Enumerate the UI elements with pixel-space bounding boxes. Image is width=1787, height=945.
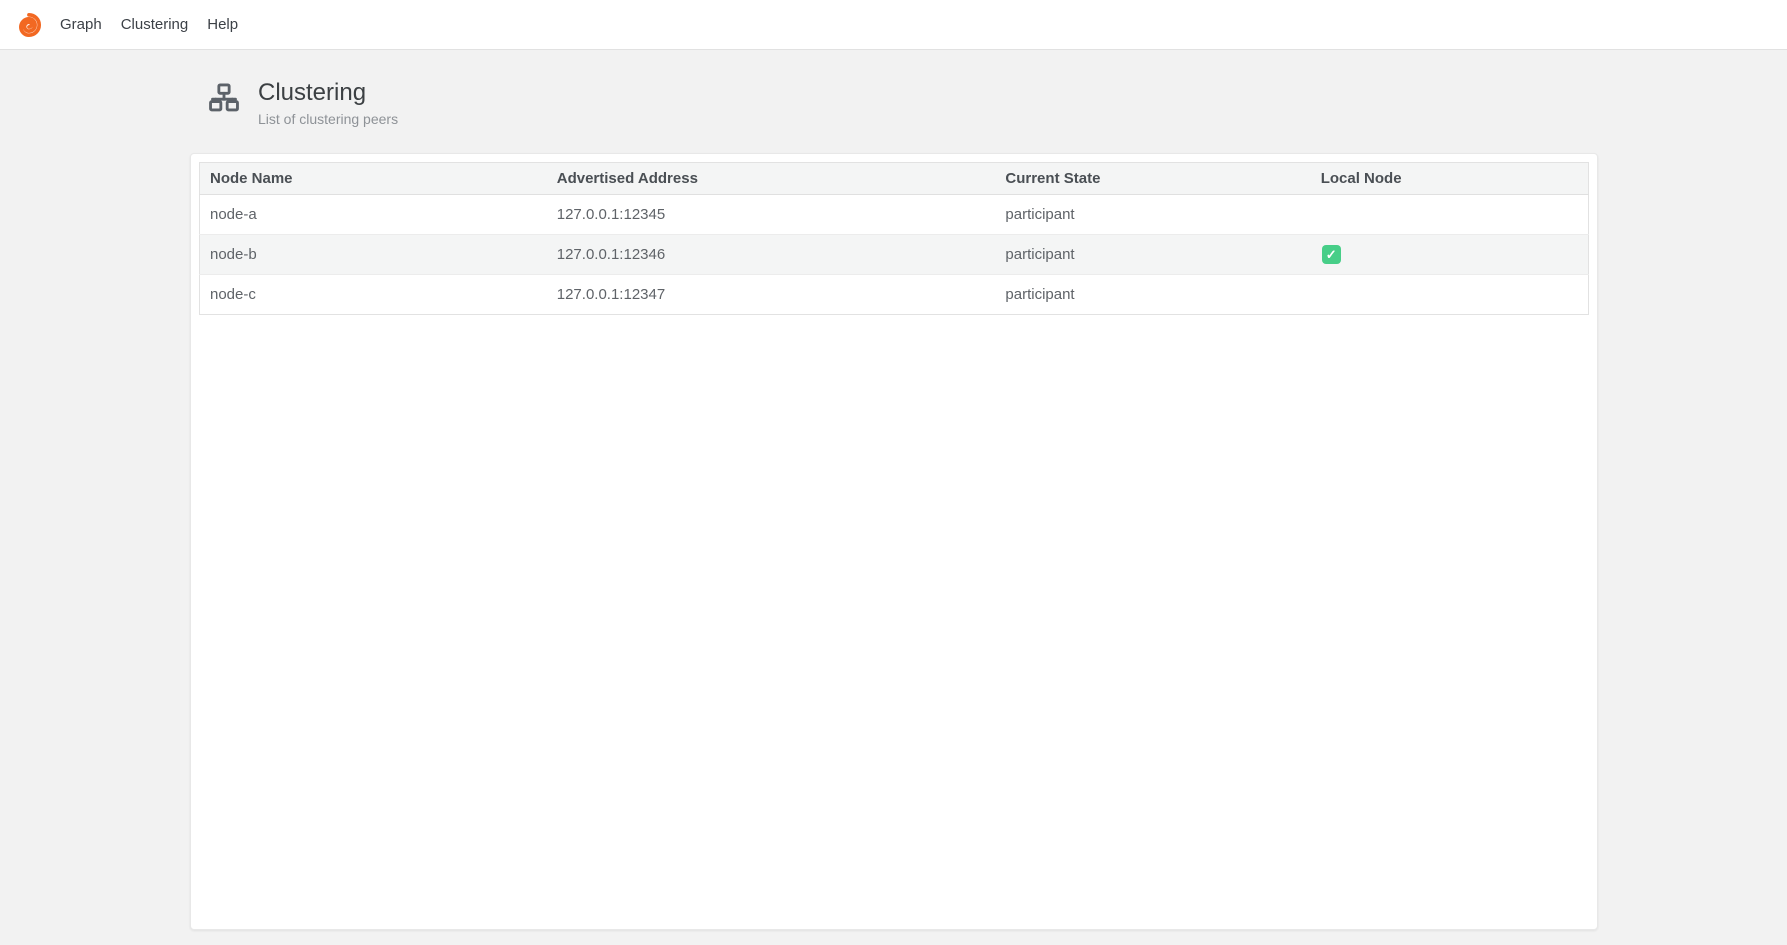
cell-advertised-address: 127.0.0.1:12346 [547, 235, 996, 275]
table-row-node-b: node-b 127.0.0.1:12346 participant ✓ [200, 235, 1589, 275]
page-title: Clustering [258, 78, 398, 108]
cell-current-state: participant [995, 275, 1310, 315]
network-topology-icon [205, 81, 243, 119]
cell-node-name: node-a [200, 195, 547, 235]
column-header-local-node: Local Node [1311, 163, 1589, 195]
cell-node-name: node-c [200, 275, 547, 315]
cell-advertised-address: 127.0.0.1:12347 [547, 275, 996, 315]
table-body: node-a 127.0.0.1:12345 participant ✓ nod… [200, 195, 1589, 315]
table-row-node-a: node-a 127.0.0.1:12345 participant ✓ [200, 195, 1589, 235]
table-row-node-c: node-c 127.0.0.1:12347 participant ✓ [200, 275, 1589, 315]
page-header-text: Clustering List of clustering peers [258, 78, 398, 127]
cell-local-node: ✓ [1311, 275, 1589, 315]
cell-local-node: ✓ [1311, 235, 1589, 275]
checkmark-icon: ✓ [1322, 245, 1341, 264]
page-subtitle: List of clustering peers [258, 111, 398, 127]
nav-item-graph[interactable]: Graph [60, 0, 102, 50]
nav-menu: Graph Clustering Help [60, 0, 238, 50]
table-header-row: Node Name Advertised Address Current Sta… [200, 163, 1589, 195]
nav-item-clustering[interactable]: Clustering [121, 0, 189, 50]
column-header-node-name: Node Name [200, 163, 547, 195]
peers-table: Node Name Advertised Address Current Sta… [199, 162, 1589, 315]
page-header: Clustering List of clustering peers [205, 78, 1598, 127]
cell-current-state: participant [995, 235, 1310, 275]
column-header-advertised-address: Advertised Address [547, 163, 996, 195]
top-nav: Graph Clustering Help [0, 0, 1787, 50]
cell-advertised-address: 127.0.0.1:12345 [547, 195, 996, 235]
app-logo-spiral-icon[interactable] [16, 12, 42, 38]
nav-item-help[interactable]: Help [207, 0, 238, 50]
table-header: Node Name Advertised Address Current Sta… [200, 163, 1589, 195]
cell-node-name: node-b [200, 235, 547, 275]
cell-local-node: ✓ [1311, 195, 1589, 235]
peers-card: Node Name Advertised Address Current Sta… [190, 153, 1598, 930]
column-header-current-state: Current State [995, 163, 1310, 195]
main-content: Clustering List of clustering peers Node… [0, 78, 1787, 930]
cell-current-state: participant [995, 195, 1310, 235]
